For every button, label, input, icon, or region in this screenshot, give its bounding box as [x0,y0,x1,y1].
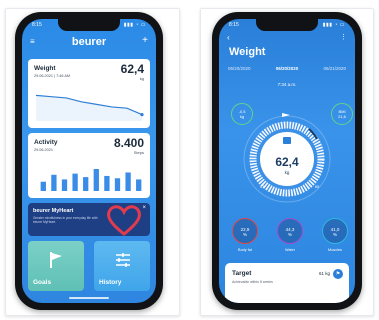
goals-label: Goals [33,279,52,286]
activity-bar [104,175,110,191]
gauge-min: 57 [260,185,265,189]
activity-bar [125,172,131,191]
beurer-logo: beurer [71,36,107,48]
activity-bar [114,178,121,191]
app-header: ≡ beurer + [22,35,156,51]
history-tile[interactable]: History [94,241,150,291]
phone-notch [256,19,318,31]
activity-tile[interactable]: Activity 29.06.2021 8.400 Steps [28,133,150,198]
activity-bar [51,174,57,191]
weight-tile[interactable]: Weight 29.06.2021 | 7:46 AM 62,4 kg [28,59,150,128]
activity-bar [61,179,68,191]
target-title: Target [232,270,252,277]
activity-bar [72,173,78,191]
activity-bar [93,169,99,191]
activity-bar [40,181,46,191]
weight-trend-chart [35,94,144,121]
activity-bar [136,179,142,191]
myheart-banner[interactable]: beurer MyHeart Greater mindfulness in yo… [28,203,150,236]
home-indicator[interactable] [267,297,307,299]
close-icon[interactable]: × [142,205,146,211]
gauge-max: 65 [315,185,320,189]
add-icon[interactable]: + [142,35,148,46]
body-fat-ring[interactable]: 22,9 % [232,218,258,244]
activity-bar [83,177,89,191]
status-icons: ▮▮▮ ◔ ▭ [123,22,146,28]
muscles-ring[interactable]: 41,0 % [322,218,348,244]
gauge-unit: kg [284,170,290,175]
water-unit: % [287,232,292,237]
phone-notch [58,19,120,31]
phone-home-screen: 8:15 ▮▮▮ ◔ ▭ ≡ beurer + Weight 29.06.202… [15,12,163,310]
home-screen: 8:15 ▮▮▮ ◔ ▭ ≡ beurer + Weight 29.06.202… [22,19,156,303]
gauge-value: 62,4 [275,155,299,169]
scale-icon [283,137,291,144]
banner-title: beurer MyHeart [33,208,74,214]
target-subtitle: Achievable within 8 weeks [232,280,273,284]
history-label: History [99,279,122,286]
weight-screen: 8:15 ▮▮▮ ◔ ▭ ‹ ⋮ Weight 05/20/2020 06/20… [219,19,355,303]
goals-tile[interactable]: Goals [28,241,84,291]
weight-point [140,113,144,117]
body-fat-label: Body fat [238,248,252,252]
flag-icon[interactable]: ⚑ [333,269,343,279]
muscles-unit: % [332,232,337,237]
water-label: Water [285,248,295,252]
phone-weight-screen: 8:15 ▮▮▮ ◔ ▭ ‹ ⋮ Weight 05/20/2020 06/20… [212,12,362,310]
weight-gauge [243,113,331,203]
muscles-label: Muscles [328,248,342,252]
history-icon [116,253,130,267]
body-fat-unit: % [242,232,247,237]
flag-icon [50,252,62,268]
activity-bar-chart [40,169,142,191]
target-value: 61 kg [318,271,330,276]
home-indicator[interactable] [69,297,109,299]
water-ring[interactable]: 44,3 % [277,218,303,244]
status-time: 8:15 [32,22,42,28]
banner-text: Greater mindfulness in your everyday lif… [33,216,98,224]
heart-icon [107,205,141,236]
